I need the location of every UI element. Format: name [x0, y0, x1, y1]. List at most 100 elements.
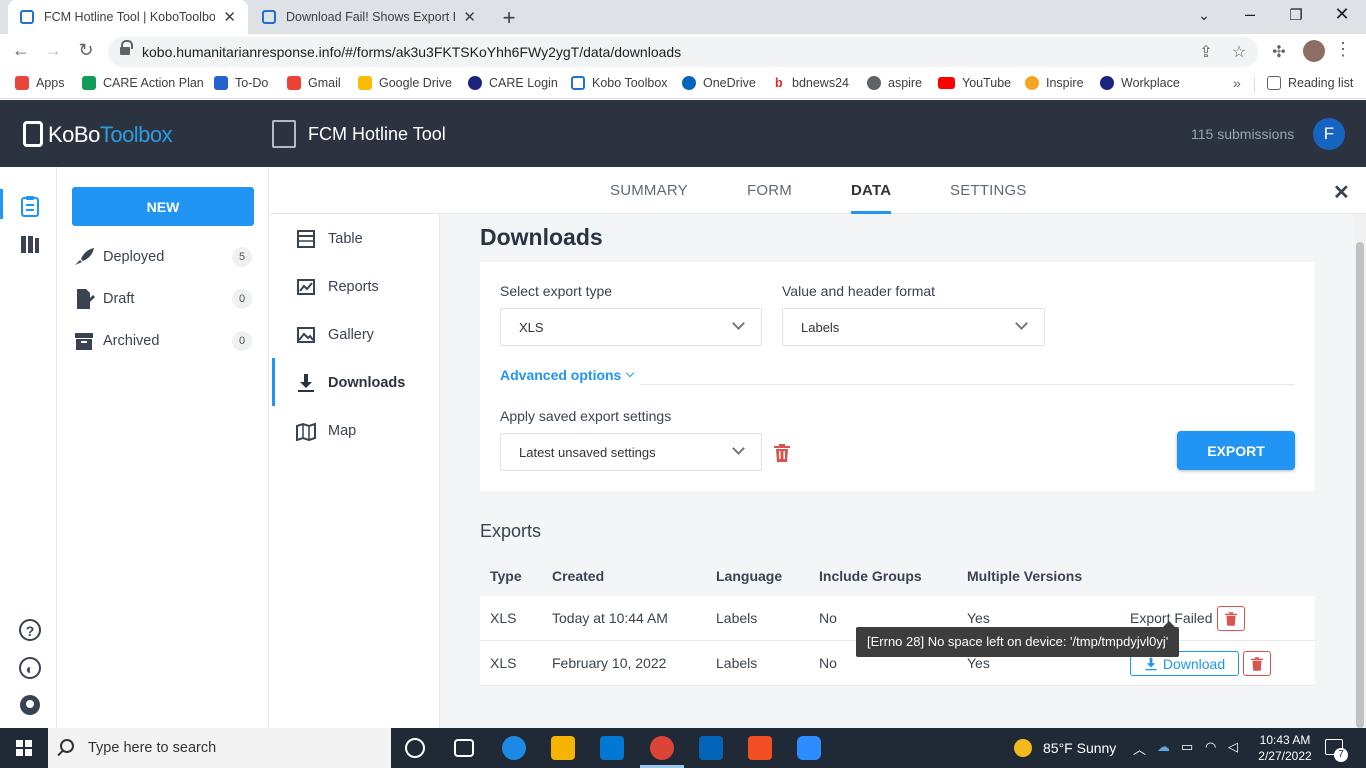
reload-icon[interactable]: ↻ [75, 40, 97, 61]
outlook-icon[interactable] [699, 736, 723, 760]
tab-summary[interactable]: SUMMARY [610, 182, 688, 199]
cortana-icon[interactable] [405, 738, 425, 758]
bookmark-care-login[interactable]: CARE Login [468, 76, 558, 90]
reading-list-button[interactable]: Reading list [1267, 76, 1353, 90]
bookmark-todo[interactable]: To-Do [214, 76, 268, 90]
kobo-favicon-icon [20, 10, 34, 24]
tab-data[interactable]: DATA [851, 182, 891, 199]
restore-icon[interactable]: ❐ [1286, 6, 1306, 24]
browser-menu-icon[interactable]: ⋮ [1334, 39, 1352, 60]
minimize-icon[interactable]: – [1240, 4, 1260, 25]
tab-search-chevron-icon[interactable]: ⌄ [1194, 7, 1214, 24]
bookmark-workplace[interactable]: Workplace [1100, 76, 1180, 90]
address-bar[interactable]: kobo.humanitarianresponse.info/#/forms/a… [108, 37, 1258, 67]
bookmark-kobo-toolbox[interactable]: Kobo Toolbox [571, 76, 668, 90]
kobo-logo-icon[interactable] [23, 121, 43, 147]
extensions-icon[interactable]: ✣ [1269, 42, 1289, 62]
more-bookmarks-chevron[interactable]: » [1233, 75, 1241, 91]
edge-browser-icon[interactable] [502, 736, 526, 760]
volume-icon[interactable]: ◁ [1228, 739, 1238, 755]
task-view-icon[interactable] [454, 739, 474, 757]
forms-icon[interactable] [19, 195, 41, 217]
github-icon[interactable] [19, 694, 41, 716]
subnav-downloads[interactable]: Downloads [296, 373, 405, 393]
clock-time: 10:43 AM [1259, 733, 1311, 747]
chevron-down-icon[interactable] [625, 368, 635, 378]
export-settings-panel: Select export type XLS Value and header … [480, 262, 1315, 491]
chevron-up-icon[interactable]: ︿ [1133, 739, 1146, 758]
bookmark-bdnews24[interactable]: b bdnews24 [775, 76, 849, 90]
weather-text[interactable]: 85°F Sunny [1043, 740, 1116, 756]
bookmark-label: Apps [36, 76, 65, 90]
subnav-table[interactable]: Table [296, 229, 363, 249]
subnav-map[interactable]: Map [296, 421, 356, 441]
zoom-icon[interactable] [797, 736, 821, 760]
saved-settings-label: Apply saved export settings [500, 408, 672, 424]
delete-export-button[interactable] [1243, 651, 1271, 676]
chrome-icon[interactable] [650, 736, 674, 760]
bookmark-youtube[interactable]: YouTube [938, 76, 1011, 90]
bookmark-star-icon[interactable]: ☆ [1229, 42, 1249, 62]
tab-settings[interactable]: SETTINGS [950, 182, 1027, 199]
subnav-gallery[interactable]: Gallery [296, 325, 374, 345]
file-explorer-icon[interactable] [551, 736, 575, 760]
sidebar-item-label: Draft [103, 291, 135, 307]
forward-icon[interactable]: → [42, 40, 64, 61]
export-type-select[interactable]: XLS [500, 308, 762, 346]
tab-form[interactable]: FORM [747, 182, 792, 199]
language-globe-icon[interactable]: ◐ [19, 657, 41, 679]
profile-avatar[interactable] [1303, 40, 1325, 62]
bookmark-care-action-plan[interactable]: CARE Action Plan [82, 76, 204, 90]
format-select[interactable]: Labels [782, 308, 1045, 346]
sidebar-item-deployed[interactable]: Deployed 5 [72, 242, 252, 272]
logo-kobo-text: KoBo [48, 122, 100, 147]
trash-icon[interactable] [774, 444, 790, 462]
bookmark-label: To-Do [235, 76, 269, 90]
taskbar-search-input[interactable]: Type here to search [48, 728, 391, 768]
subnav-reports[interactable]: Reports [296, 277, 379, 297]
delete-export-button[interactable] [1217, 606, 1245, 631]
wifi-icon[interactable]: ◠ [1205, 739, 1216, 755]
bookmark-google-drive[interactable]: Google Drive [358, 76, 452, 90]
reading-list-label: Reading list [1288, 76, 1354, 90]
help-icon[interactable]: ? [19, 619, 41, 641]
browser-tab-community[interactable]: Download Fail! Shows Export Fail ✕ [250, 0, 488, 34]
share-icon[interactable]: ⇪ [1196, 42, 1216, 62]
content-scrollbar[interactable] [1354, 214, 1366, 728]
mail-icon[interactable] [600, 736, 624, 760]
close-icon[interactable]: ✕ [1333, 180, 1350, 205]
weather-sun-icon[interactable] [1014, 739, 1032, 757]
window-close-icon[interactable]: ✕ [1332, 4, 1352, 25]
kobo-logo[interactable]: KoBoToolbox [48, 122, 173, 148]
battery-icon[interactable]: ▭ [1181, 739, 1193, 755]
new-tab-button[interactable]: + [498, 5, 520, 31]
map-icon [296, 422, 316, 441]
sidebar-item-archived[interactable]: Archived 0 [72, 326, 252, 356]
exports-heading: Exports [480, 521, 542, 541]
bookmark-label: YouTube [962, 76, 1012, 90]
bookmark-gmail[interactable]: Gmail [287, 76, 341, 90]
logo-toolbox-text: Toolbox [99, 122, 173, 147]
export-button[interactable]: EXPORT [1177, 431, 1295, 470]
onedrive-tray-icon[interactable]: ☁ [1157, 739, 1170, 755]
bookmark-apps[interactable]: Apps [15, 76, 65, 90]
bookmark-onedrive[interactable]: OneDrive [682, 76, 756, 90]
tab-title: Download Fail! Shows Export Fail [286, 10, 456, 24]
bookmark-inspire[interactable]: Inspire [1025, 76, 1084, 90]
tab-title: FCM Hotline Tool | KoboToolbox [44, 10, 216, 24]
browser-tab-kobo[interactable]: FCM Hotline Tool | KoboToolbox ✕ [8, 0, 248, 34]
saved-settings-select[interactable]: Latest unsaved settings [500, 433, 762, 471]
close-icon[interactable]: ✕ [463, 8, 476, 26]
back-icon[interactable]: ← [10, 40, 32, 61]
library-icon[interactable] [19, 233, 41, 255]
new-project-button[interactable]: NEW [72, 187, 254, 226]
scroll-thumb[interactable] [1356, 242, 1364, 728]
close-icon[interactable]: ✕ [223, 8, 236, 26]
bookmark-aspire[interactable]: aspire [867, 76, 922, 90]
microsoft-store-icon[interactable] [748, 736, 772, 760]
system-clock[interactable]: 10:43 AM 2/27/2022 [1255, 732, 1315, 764]
advanced-options-toggle[interactable]: Advanced options [500, 367, 621, 383]
sidebar-item-draft[interactable]: Draft 0 [72, 284, 252, 314]
windows-start-icon[interactable] [16, 740, 32, 756]
user-avatar[interactable]: F [1313, 118, 1345, 150]
